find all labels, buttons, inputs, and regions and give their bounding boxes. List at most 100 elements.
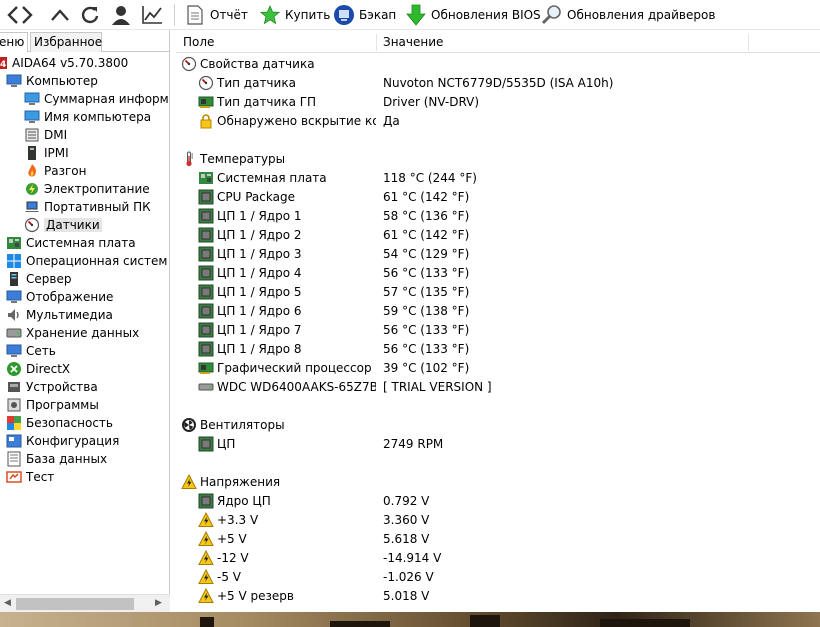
- field-label: Свойства датчика: [200, 56, 315, 71]
- tree-item-display[interactable]: Отображение: [6, 288, 113, 306]
- sensor-row[interactable]: Ядро ЦП 0.792 V: [176, 491, 820, 510]
- sensor-row[interactable]: Системная плата 118 °C (244 °F): [176, 168, 820, 187]
- sensor-row[interactable]: +5 V 5.618 V: [176, 529, 820, 548]
- group-header[interactable]: Свойства датчика: [176, 54, 820, 73]
- field-label: WDC WD6400AAKS-65Z7B0: [217, 379, 376, 394]
- field-cell: Обнаружено вскрытие кор...: [176, 113, 376, 129]
- tree-item-config[interactable]: Конфигурация: [6, 432, 119, 450]
- forward-arrow-icon[interactable]: [14, 2, 40, 28]
- tree-item-server[interactable]: Сервер: [6, 270, 71, 288]
- tree-item-multimedia[interactable]: Мультимедиа: [6, 306, 113, 324]
- display-icon: [6, 289, 22, 305]
- column-value-header[interactable]: Значение: [376, 32, 748, 53]
- up-arrow-icon[interactable]: [47, 2, 73, 28]
- silhouette: [330, 621, 390, 627]
- tree-item-os[interactable]: Операционная система: [6, 252, 168, 270]
- group-header[interactable]: Напряжения: [176, 472, 820, 491]
- network-icon: [6, 343, 22, 359]
- sensor-row[interactable]: Тип датчика Nuvoton NCT6779D/5535D (ISA A…: [176, 73, 820, 92]
- sensor-row[interactable]: ЦП 1 / Ядро 4 56 °C (133 °F): [176, 263, 820, 282]
- group-header[interactable]: Вентиляторы: [176, 415, 820, 434]
- tree-item-security[interactable]: Безопасность: [6, 414, 113, 432]
- scroll-right-icon[interactable]: ▶: [155, 598, 162, 608]
- tree-item-sensors[interactable]: Датчики: [24, 216, 102, 234]
- tree-item-benchmark[interactable]: Тест: [6, 468, 54, 486]
- field-label: ЦП 1 / Ядро 3: [217, 246, 302, 261]
- tree-item-network[interactable]: Сеть: [6, 342, 56, 360]
- backup-button[interactable]: Бэкап: [333, 3, 396, 27]
- report-button[interactable]: Отчёт: [184, 3, 248, 27]
- tree-item-dmi[interactable]: DMI: [24, 126, 67, 144]
- horizontal-scrollbar[interactable]: ◀ ▶: [0, 594, 170, 612]
- tab-menu[interactable]: еню: [0, 32, 28, 52]
- tree-item-laptop[interactable]: Портативный ПК: [24, 198, 151, 216]
- ipmi-icon: [24, 145, 40, 161]
- sensor-row[interactable]: Обнаружено вскрытие кор... Да: [176, 111, 820, 130]
- devices-icon: [6, 379, 22, 395]
- tree-item-database[interactable]: База данных: [6, 450, 107, 468]
- group-header[interactable]: Температуры: [176, 149, 820, 168]
- sensor-row[interactable]: +3.3 V 3.360 V: [176, 510, 820, 529]
- sensor-row[interactable]: Графический процессор 39 °C (102 °F): [176, 358, 820, 377]
- sensor-row[interactable]: ЦП 1 / Ядро 6 59 °C (138 °F): [176, 301, 820, 320]
- voltage-icon: [198, 511, 214, 528]
- column-divider[interactable]: [748, 34, 749, 51]
- value-cell: [ TRIAL VERSION ]: [383, 379, 492, 394]
- user-icon[interactable]: [108, 2, 134, 28]
- bios-update-button[interactable]: Обновления BIOS: [405, 3, 541, 27]
- cpu-icon: [198, 436, 214, 452]
- sensor-row[interactable]: CPU Package 61 °C (142 °F): [176, 187, 820, 206]
- chart-icon[interactable]: [139, 2, 165, 28]
- buy-button[interactable]: Купить: [259, 3, 330, 27]
- tree-item-motherboard[interactable]: Системная плата: [6, 234, 136, 252]
- sensor-row[interactable]: ЦП 1 / Ядро 8 56 °C (133 °F): [176, 339, 820, 358]
- tree-item-directx[interactable]: DirectX: [6, 360, 70, 378]
- sensor-row[interactable]: WDC WD6400AAKS-65Z7B0 [ TRIAL VERSION ]: [176, 377, 820, 396]
- sensor-row[interactable]: ЦП 1 / Ядро 2 61 °C (142 °F): [176, 225, 820, 244]
- field-label: ЦП 1 / Ядро 7: [217, 322, 302, 337]
- sensor-row[interactable]: Тип датчика ГП Driver (NV-DRV): [176, 92, 820, 111]
- tree-item-ipmi[interactable]: IPMI: [24, 144, 69, 162]
- tab-favorites[interactable]: Избранное: [30, 32, 102, 52]
- scrollbar-thumb[interactable]: [16, 598, 134, 610]
- tree-item-overclock[interactable]: Разгон: [24, 162, 86, 180]
- tree-item-storage[interactable]: Хранение данных: [6, 324, 139, 342]
- sensor-row[interactable]: ЦП 1 / Ядро 1 58 °C (136 °F): [176, 206, 820, 225]
- field-cell: -5 V: [176, 568, 376, 585]
- scroll-left-icon[interactable]: ◀: [4, 598, 11, 608]
- silhouette: [200, 617, 214, 627]
- field-cell: +5 V: [176, 530, 376, 547]
- tree-item-aida64[interactable]: 64 AIDA64 v5.70.3800: [0, 54, 128, 72]
- sensor-row[interactable]: ЦП 1 / Ядро 7 56 °C (133 °F): [176, 320, 820, 339]
- value-cell: Driver (NV-DRV): [383, 94, 480, 109]
- sensor-row[interactable]: ЦП 1 / Ядро 5 57 °C (135 °F): [176, 282, 820, 301]
- windows-icon: [6, 253, 22, 269]
- sensor-row[interactable]: -5 V -1.026 V: [176, 567, 820, 586]
- field-cell: Ядро ЦП: [176, 493, 376, 509]
- refresh-icon[interactable]: [77, 2, 103, 28]
- dmi-icon: [24, 127, 40, 143]
- cpu-icon: [198, 303, 214, 319]
- tree-item-power[interactable]: Электропитание: [24, 180, 150, 198]
- value-cell: 57 °C (135 °F): [383, 284, 470, 299]
- panel-tabs: еню Избранное: [0, 32, 170, 52]
- tree-item-computer-name[interactable]: Имя компьютера: [24, 108, 151, 126]
- bios-update-label: Обновления BIOS: [431, 8, 541, 22]
- tree-item-computer[interactable]: Компьютер: [6, 72, 98, 90]
- field-label: Напряжения: [200, 474, 281, 489]
- value-cell: Да: [383, 113, 400, 128]
- sensor-row[interactable]: +5 V резерв 5.018 V: [176, 586, 820, 605]
- tree-item-summary[interactable]: Суммарная информа: [24, 90, 168, 108]
- tree-item-devices[interactable]: Устройства: [6, 378, 98, 396]
- cpu-icon: [198, 265, 214, 281]
- sensor-row[interactable]: ЦП 2749 RPM: [176, 434, 820, 453]
- sensor-row[interactable]: ЦП 1 / Ядро 3 54 °C (129 °F): [176, 244, 820, 263]
- tree-item-programs[interactable]: Программы: [6, 396, 99, 414]
- sensor-row[interactable]: -12 V -14.914 V: [176, 548, 820, 567]
- value-cell: 39 °C (102 °F): [383, 360, 470, 375]
- driver-update-button[interactable]: Обновления драйверов: [541, 3, 715, 27]
- column-field-header[interactable]: Поле: [176, 32, 376, 53]
- field-label: ЦП 1 / Ядро 8: [217, 341, 302, 356]
- field-label: Тип датчика ГП: [217, 94, 317, 109]
- security-icon: [6, 415, 22, 431]
